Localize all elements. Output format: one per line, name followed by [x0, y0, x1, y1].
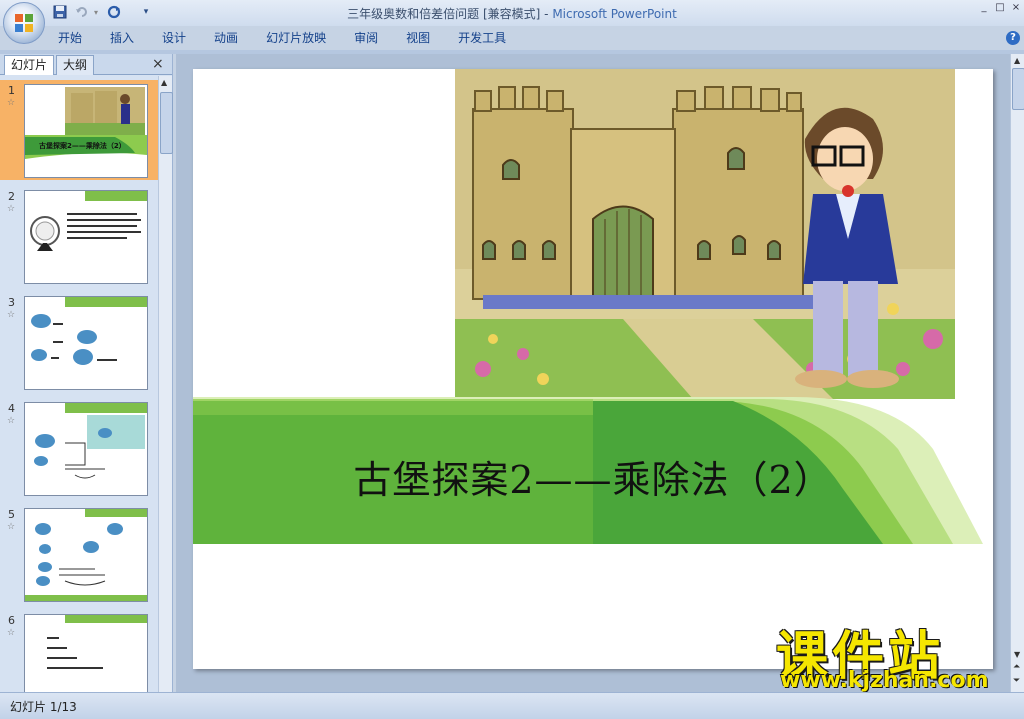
slide-artwork — [193, 69, 983, 544]
close-button[interactable]: × — [1008, 2, 1024, 14]
slide-counter: 幻灯片 1/13 — [10, 700, 77, 714]
scroll-thumb[interactable] — [160, 92, 173, 154]
slide-number: 4 — [8, 402, 15, 415]
slide-number: 6 — [8, 614, 15, 627]
slide-thumb-preview — [24, 614, 148, 692]
save-icon[interactable] — [52, 4, 68, 20]
slide-thumbnail-3[interactable]: 3 ☆ — [0, 292, 158, 392]
undo-dropdown-icon[interactable]: ▾ — [88, 4, 104, 20]
status-bar: 幻灯片 1/13 — [0, 692, 1024, 719]
watermark-url: www.kjzhan.com — [780, 668, 989, 693]
tab-home[interactable]: 开始 — [44, 26, 96, 50]
thumbnail-list: 1 ☆ 古堡探案2——乘除法（2） 2 ☆ 3 ☆ 4 ☆ 5 ☆ 6 ☆ — [0, 76, 158, 692]
customize-icon[interactable]: ▾ — [138, 4, 154, 20]
slide-scrollbar[interactable]: ▲ ▼ ⏶ ⏷ — [1010, 54, 1024, 692]
slide-thumb-preview — [24, 296, 148, 390]
help-icon[interactable]: ? — [1006, 31, 1020, 45]
title-separator: - — [540, 7, 553, 21]
restore-button[interactable]: □ — [992, 2, 1008, 14]
slides-pane: 幻灯片 大纲 × 1 ☆ 古堡探案2——乘除法（2） 2 ☆ 3 ☆ 4 ☆ 5… — [0, 54, 173, 692]
slide-thumbnail-4[interactable]: 4 ☆ — [0, 398, 158, 498]
slide-number: 5 — [8, 508, 15, 521]
current-slide[interactable]: 古堡探案2——乘除法（2） — [193, 69, 993, 669]
slide-number: 1 — [8, 84, 15, 97]
tab-design[interactable]: 设计 — [148, 26, 200, 50]
app-name: Microsoft PowerPoint — [552, 7, 677, 21]
previous-slide-icon[interactable]: ⏶ — [1013, 662, 1020, 672]
slide-thumb-preview — [24, 190, 148, 284]
ribbon-tabs: 开始 插入 设计 动画 幻灯片放映 审阅 视图 开发工具 — [44, 26, 520, 50]
scroll-down-icon[interactable]: ▼ — [1014, 650, 1020, 659]
tab-insert[interactable]: 插入 — [96, 26, 148, 50]
slide-thumbnail-6[interactable]: 6 ☆ — [0, 610, 158, 692]
tab-outline[interactable]: 大纲 — [56, 55, 95, 75]
slide-thumb-preview — [24, 402, 148, 496]
tab-slideshow[interactable]: 幻灯片放映 — [252, 26, 340, 50]
document-title: 三年级奥数和倍差倍问题 [兼容模式] — [347, 7, 541, 21]
slide-thumbnail-2[interactable]: 2 ☆ — [0, 186, 158, 286]
slide-thumb-preview: 古堡探案2——乘除法（2） — [24, 84, 148, 178]
slide-thumbnail-1[interactable]: 1 ☆ 古堡探案2——乘除法（2） — [0, 80, 158, 180]
office-button[interactable] — [3, 2, 45, 44]
thumb-art — [34, 403, 147, 479]
scroll-thumb[interactable] — [1012, 68, 1024, 110]
slide-number: 2 — [8, 190, 15, 203]
tab-slides[interactable]: 幻灯片 — [4, 55, 55, 75]
thumb-caption: 古堡探案2——乘除法（2） — [39, 142, 126, 150]
tab-animations[interactable]: 动画 — [200, 26, 252, 50]
animation-star-icon: ☆ — [7, 310, 16, 320]
slide-thumb-preview — [24, 508, 148, 602]
slide-title[interactable]: 古堡探案2——乘除法（2） — [193, 449, 993, 504]
next-slide-icon[interactable]: ⏷ — [1013, 676, 1020, 686]
thumb-castle-art — [25, 87, 147, 159]
close-icon[interactable]: × — [152, 56, 164, 72]
animation-star-icon: ☆ — [7, 98, 16, 108]
slide-number: 3 — [8, 296, 15, 309]
animation-star-icon: ☆ — [7, 204, 16, 214]
scroll-up-icon[interactable]: ▲ — [1014, 56, 1020, 65]
scroll-up-icon[interactable]: ▲ — [161, 78, 170, 88]
animation-star-icon: ☆ — [7, 522, 16, 532]
thumb-art — [31, 297, 147, 365]
thumbnail-scrollbar[interactable]: ▲ — [158, 76, 173, 692]
thumb-art — [25, 509, 147, 601]
office-logo-icon — [15, 14, 33, 32]
tab-view[interactable]: 视图 — [392, 26, 444, 50]
tab-developer[interactable]: 开发工具 — [444, 26, 520, 50]
slide-thumbnail-5[interactable]: 5 ☆ — [0, 504, 158, 604]
thumb-art — [25, 615, 147, 669]
animation-star-icon: ☆ — [7, 628, 16, 638]
castle-illustration — [455, 69, 955, 399]
title-bar: 三年级奥数和倍差倍问题 [兼容模式] - Microsoft PowerPoin… — [0, 0, 1024, 26]
minimize-button[interactable]: _ — [976, 2, 992, 14]
animation-star-icon: ☆ — [7, 416, 16, 426]
thumb-art — [25, 191, 147, 251]
pane-tabs: 幻灯片 大纲 × — [0, 54, 172, 75]
redo-icon[interactable] — [106, 4, 122, 20]
tab-review[interactable]: 审阅 — [340, 26, 392, 50]
